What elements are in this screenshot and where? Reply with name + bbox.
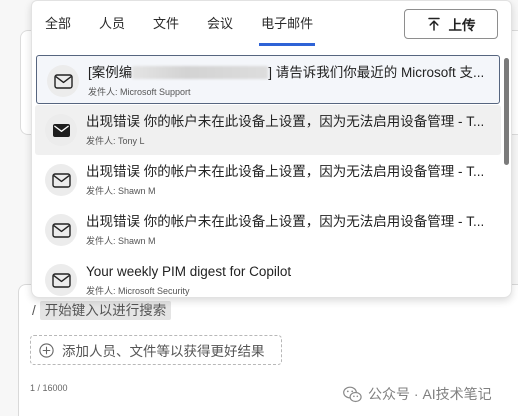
email-result-item[interactable]: Your weekly PIM digest for Copilot 发件人: …: [35, 255, 501, 297]
upload-button[interactable]: 上传: [404, 9, 498, 39]
character-counter: 1 / 16000: [30, 383, 68, 393]
email-sender: 发件人: Shawn M: [86, 186, 156, 196]
email-title: 出现错误 你的帐户未在此设备上设置，因为无法启用设备管理 - T...: [86, 164, 485, 179]
upload-label: 上传: [448, 18, 476, 33]
email-sender: 发件人: Microsoft Support: [88, 87, 191, 97]
email-result-item[interactable]: 出现错误 你的帐户未在此设备上设置，因为无法启用设备管理 - T... 发件人:…: [35, 155, 501, 205]
email-title: Your weekly PIM digest for Copilot: [86, 264, 292, 279]
email-sender: 发件人: Tony L: [86, 136, 145, 146]
search-input[interactable]: / 开始键入以进行搜索: [32, 300, 172, 320]
redacted-block: [132, 66, 269, 79]
email-result-item[interactable]: 出现错误 你的帐户未在此设备上设置，因为无法启用设备管理 - T... 发件人:…: [35, 205, 501, 255]
email-sender: 发件人: Microsoft Security: [86, 286, 190, 296]
watermark-text: 公众号 · AI技术笔记: [368, 386, 492, 402]
slash-command-prefix: /: [32, 302, 36, 318]
filter-tabs: 全部 人员 文件 会议 电子邮件: [43, 15, 316, 46]
envelope-outline-icon: [45, 214, 77, 246]
tab-email[interactable]: 电子邮件: [259, 15, 316, 46]
tab-people[interactable]: 人员: [97, 15, 127, 46]
envelope-outline-icon: [47, 65, 79, 97]
add-context-label: 添加人员、文件等以获得更好结果: [62, 344, 265, 359]
tab-files[interactable]: 文件: [151, 15, 181, 46]
envelope-filled-icon: [45, 114, 77, 146]
wechat-icon: [343, 386, 362, 403]
email-title-suffix: ] 请告诉我们你最近的 Microsoft 支...: [268, 65, 485, 80]
email-result-item[interactable]: [案例编 ] 请告诉我们你最近的 Microsoft 支... 发件人: Micr…: [36, 55, 500, 104]
tab-meetings[interactable]: 会议: [205, 15, 235, 46]
search-placeholder: 开始键入以进行搜索: [39, 300, 172, 320]
email-sender: 发件人: Shawn M: [86, 236, 156, 246]
email-results-list: [案例编 ] 请告诉我们你最近的 Microsoft 支... 发件人: Micr…: [35, 54, 501, 297]
list-scrollbar-thumb[interactable]: [504, 58, 509, 165]
email-title: 出现错误 你的帐户未在此设备上设置，因为无法启用设备管理 - T...: [86, 214, 485, 229]
email-result-item[interactable]: 出现错误 你的帐户未在此设备上设置，因为无法启用设备管理 - T... 发件人:…: [35, 105, 501, 155]
upload-icon: [427, 17, 441, 31]
add-context-button[interactable]: 添加人员、文件等以获得更好结果: [30, 335, 282, 365]
add-circle-icon: [39, 342, 54, 358]
watermark: 公众号 · AI技术笔记: [343, 385, 492, 403]
email-title: 出现错误 你的帐户未在此设备上设置，因为无法启用设备管理 - T...: [86, 114, 485, 129]
email-title: [案例编 ] 请告诉我们你最近的 Microsoft 支...: [88, 64, 499, 81]
envelope-outline-icon: [45, 264, 77, 296]
search-popup: 全部 人员 文件 会议 电子邮件 上传 [案例编 ] 请告诉我们你最近的 Micr…: [31, 0, 512, 298]
tab-all[interactable]: 全部: [43, 15, 73, 46]
envelope-outline-icon: [45, 164, 77, 196]
email-title-prefix: [案例编: [88, 65, 133, 80]
